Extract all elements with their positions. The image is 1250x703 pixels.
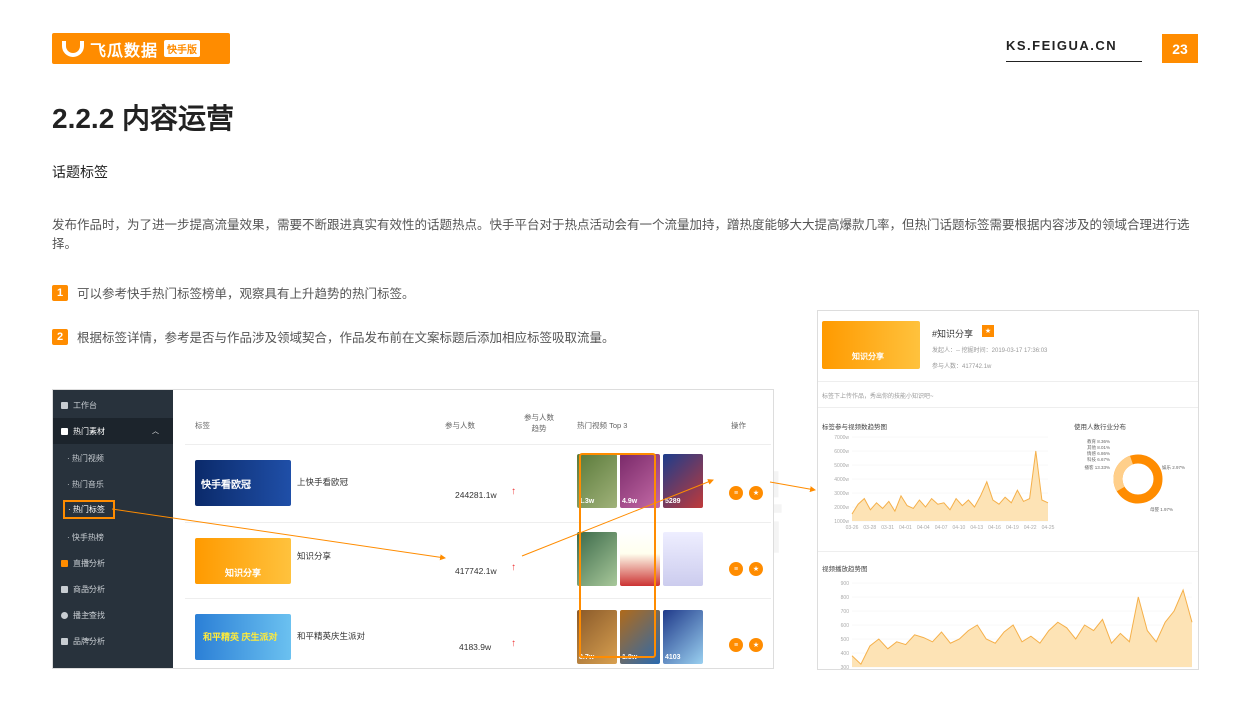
detail-tag-title: #知识分享 bbox=[932, 329, 974, 339]
y-tick-label: 400 bbox=[841, 651, 850, 657]
detail-meta-2: 参与人数：417742.1w bbox=[932, 364, 992, 370]
detail-thumbnail: 知识分享 bbox=[822, 321, 920, 369]
y-tick-label: 7000w bbox=[834, 435, 849, 441]
x-tick-label: 04-07 bbox=[935, 525, 948, 531]
y-tick-label: 5000w bbox=[834, 463, 849, 469]
y-tick-label: 300 bbox=[841, 665, 850, 670]
y-tick-label: 6000w bbox=[834, 449, 849, 455]
donut-label: 情感 6.86% bbox=[1087, 450, 1110, 457]
y-tick-label: 800 bbox=[841, 595, 850, 601]
y-tick-label: 2000w bbox=[834, 505, 849, 511]
x-tick-label: 04-16 bbox=[988, 525, 1001, 531]
donut-label: 科技 6.67% bbox=[1087, 456, 1110, 463]
x-tick-label: 04-10 bbox=[953, 525, 966, 531]
play-trend-chart: 900 800 700 600 500 400 300 bbox=[841, 581, 1193, 670]
y-tick-label: 900 bbox=[841, 581, 850, 587]
x-tick-label: 03-28 bbox=[863, 525, 876, 531]
participation-trend-chart: 7000w6000w5000w4000w3000w2000w1000w03-26… bbox=[834, 435, 1055, 531]
donut-label: 其他 8.01% bbox=[1087, 444, 1110, 451]
y-tick-label: 3000w bbox=[834, 491, 849, 497]
y-tick-label: 4000w bbox=[834, 477, 849, 483]
divider bbox=[818, 551, 1198, 552]
series-area bbox=[852, 590, 1192, 667]
donut-label: 娱乐 2.97% bbox=[1162, 464, 1185, 471]
tag-detail-screenshot: 知识分享 #知识分享 ★ 发起人：-- 挖掘时间：2019-03-17 17:3… bbox=[817, 310, 1199, 670]
star-icon[interactable]: ★ bbox=[982, 325, 994, 337]
x-tick-label: 04-19 bbox=[1006, 525, 1019, 531]
x-tick-label: 03-26 bbox=[846, 525, 859, 531]
slide: 飞瓜数据 快手版 KS.FEIGUA.CN 23 2.2.2 内容运营 话题标签… bbox=[0, 0, 1250, 703]
donut-label: 播客 13.33% bbox=[1084, 464, 1110, 471]
donut-label: 教育 8.36% bbox=[1087, 438, 1110, 445]
y-tick-label: 600 bbox=[841, 623, 850, 629]
x-tick-label: 04-25 bbox=[1042, 525, 1055, 531]
divider bbox=[818, 381, 1198, 382]
industry-donut-chart: 教育 8.36%其他 8.01%情感 6.86%科技 6.67%播客 13.33… bbox=[1084, 438, 1185, 513]
x-tick-label: 04-01 bbox=[899, 525, 912, 531]
x-tick-label: 04-13 bbox=[970, 525, 983, 531]
donut-label: 母婴 1.97% bbox=[1150, 507, 1173, 513]
divider bbox=[818, 407, 1198, 408]
chart1-title: 标签参与视频数趋势图 bbox=[822, 424, 887, 431]
x-tick-label: 03-31 bbox=[881, 525, 894, 531]
detail-desc: 标签下上传作品，秀出你的技能小知识吧~ bbox=[822, 394, 934, 400]
y-tick-label: 700 bbox=[841, 609, 850, 615]
y-tick-label: 500 bbox=[841, 637, 850, 643]
detail-meta-1: 发起人：-- 挖掘时间：2019-03-17 17:36:03 bbox=[932, 348, 1048, 354]
chart2-title: 使用人数行业分布 bbox=[1074, 424, 1126, 431]
chart3-title: 视频播放趋势图 bbox=[822, 566, 868, 573]
x-tick-label: 04-22 bbox=[1024, 525, 1037, 531]
x-tick-label: 04-04 bbox=[917, 525, 930, 531]
